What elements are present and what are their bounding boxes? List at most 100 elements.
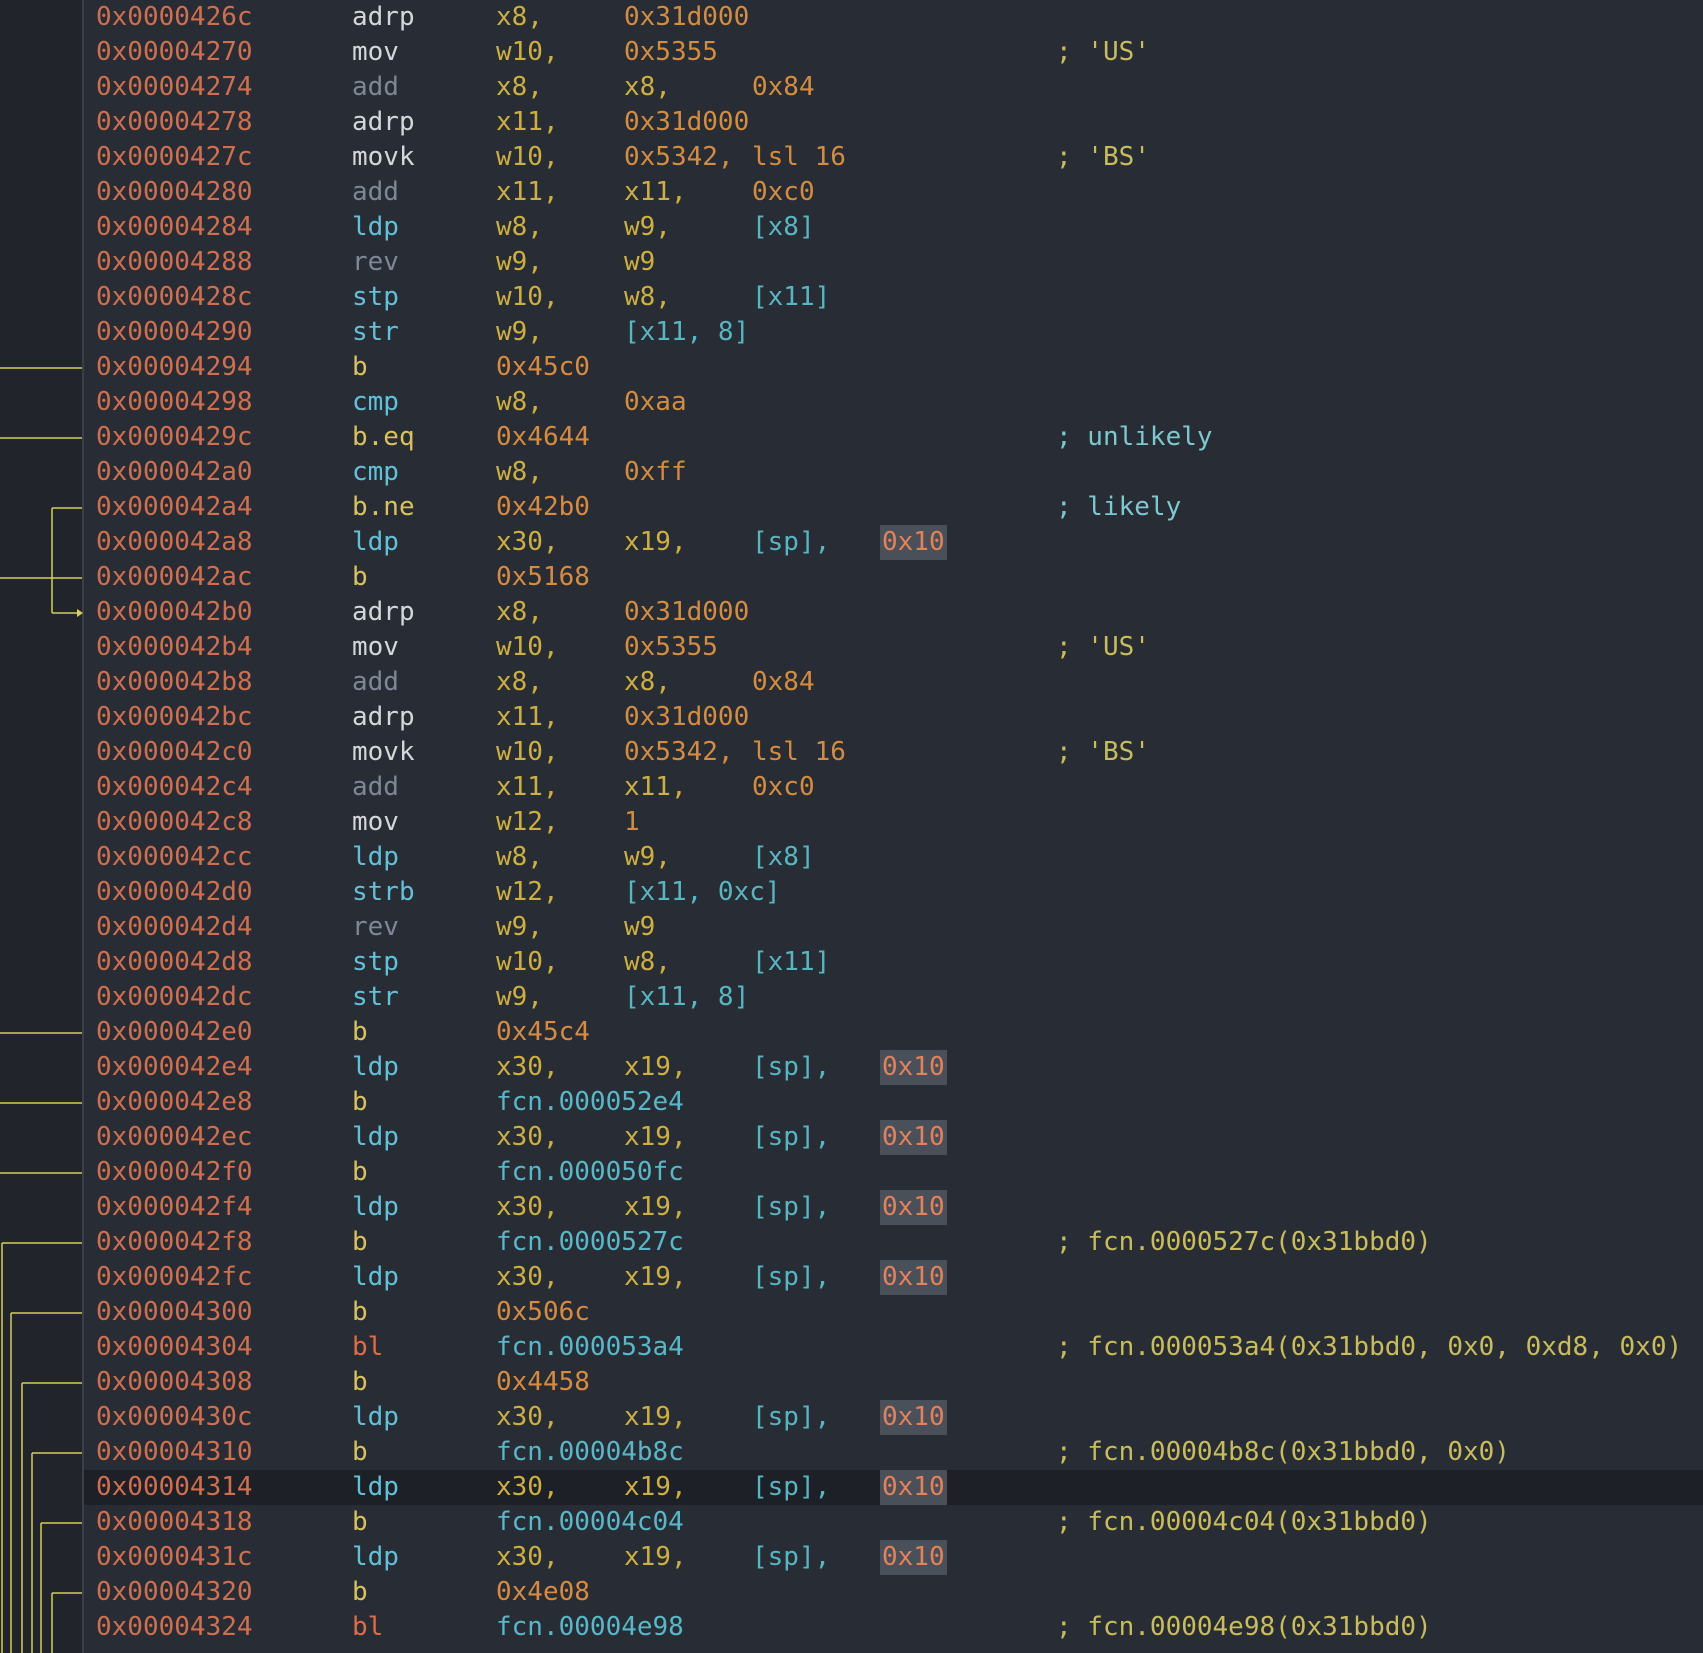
instruction-address[interactable]: 0x000042d0 [96, 875, 253, 910]
disasm-row[interactable]: 0x00004270 mov w10, 0x5355 ; 'US' [84, 35, 1703, 70]
mnemonic[interactable]: mov [352, 35, 399, 70]
operand[interactable]: x30, [496, 1470, 559, 1505]
operand[interactable]: x30, [496, 1400, 559, 1435]
mnemonic[interactable]: ldp [352, 1190, 399, 1225]
mnemonic[interactable]: b [352, 1015, 368, 1050]
mnemonic[interactable]: b.eq [352, 420, 415, 455]
instruction-address[interactable]: 0x000042a4 [96, 490, 253, 525]
operand[interactable]: x8, [496, 0, 543, 35]
operand[interactable]: lsl 16 [752, 735, 846, 770]
operand[interactable]: 0xc0 [752, 770, 815, 805]
mnemonic[interactable]: ldp [352, 1260, 399, 1295]
disasm-row[interactable]: 0x000042fc ldp x30, x19, [sp], 0x10 [84, 1260, 1703, 1295]
mnemonic[interactable]: movk [352, 735, 415, 770]
instruction-address[interactable]: 0x000042f4 [96, 1190, 253, 1225]
operand[interactable]: [sp], [752, 525, 830, 560]
operand[interactable]: x11, [624, 770, 687, 805]
operand[interactable]: 0x45c4 [496, 1015, 590, 1050]
disasm-row[interactable]: 0x000042f0 b fcn.000050fc [84, 1155, 1703, 1190]
mnemonic[interactable]: ldp [352, 1470, 399, 1505]
disasm-row[interactable]: 0x000042a4 b.ne 0x42b0 ; likely [84, 490, 1703, 525]
disasm-row[interactable]: 0x000042ac b 0x5168 [84, 560, 1703, 595]
operand[interactable]: [sp], [752, 1400, 830, 1435]
operand[interactable]: x11, [496, 770, 559, 805]
instruction-address[interactable]: 0x00004294 [96, 350, 253, 385]
operand[interactable]: [sp], [752, 1120, 830, 1155]
instruction-address[interactable]: 0x00004270 [96, 35, 253, 70]
operand[interactable]: w9, [496, 245, 543, 280]
operand[interactable]: w10, [496, 280, 559, 315]
mnemonic[interactable]: add [352, 665, 399, 700]
mnemonic[interactable]: ldp [352, 1540, 399, 1575]
disasm-row[interactable]: 0x00004308 b 0x4458 [84, 1365, 1703, 1400]
mnemonic[interactable]: ldp [352, 1400, 399, 1435]
operand[interactable]: [x11, 8] [624, 315, 749, 350]
operand[interactable]: x19, [624, 1470, 687, 1505]
operand[interactable]: 0x31d000 [624, 700, 749, 735]
mnemonic[interactable]: b [352, 1295, 368, 1330]
instruction-address[interactable]: 0x00004310 [96, 1435, 253, 1470]
operand[interactable]: w9, [624, 210, 671, 245]
instruction-address[interactable]: 0x000042e8 [96, 1085, 253, 1120]
operand[interactable]: w10, [496, 735, 559, 770]
mnemonic[interactable]: mov [352, 630, 399, 665]
operand[interactable]: w9, [496, 910, 543, 945]
operand[interactable]: [x11, 0xc] [624, 875, 781, 910]
disasm-row[interactable]: 0x00004310 b fcn.00004b8c ; fcn.00004b8c(0x… [84, 1435, 1703, 1470]
operand[interactable]: x8, [496, 665, 543, 700]
mnemonic[interactable]: ldp [352, 525, 399, 560]
disasm-row[interactable]: 0x000042c4 add x11, x11, 0xc0 [84, 770, 1703, 805]
mnemonic[interactable]: b [352, 1575, 368, 1610]
operand[interactable]: w10, [496, 35, 559, 70]
operand[interactable]: w10, [496, 630, 559, 665]
disasm-row[interactable]: 0x000042f4 ldp x30, x19, [sp], 0x10 [84, 1190, 1703, 1225]
mnemonic[interactable]: cmp [352, 455, 399, 490]
disasm-row[interactable]: 0x000042b4 mov w10, 0x5355 ; 'US' [84, 630, 1703, 665]
operand[interactable]: 0x4458 [496, 1365, 590, 1400]
operand[interactable]: x19, [624, 1540, 687, 1575]
operand[interactable]: 0x10 [880, 525, 947, 560]
instruction-address[interactable]: 0x0000429c [96, 420, 253, 455]
operand[interactable]: fcn.00004b8c [496, 1435, 684, 1470]
instruction-address[interactable]: 0x00004274 [96, 70, 253, 105]
mnemonic[interactable]: bl [352, 1610, 383, 1645]
instruction-address[interactable]: 0x00004290 [96, 315, 253, 350]
operand[interactable]: 1 [624, 805, 640, 840]
operand[interactable]: w8, [496, 455, 543, 490]
instruction-address[interactable]: 0x00004304 [96, 1330, 253, 1365]
mnemonic[interactable]: cmp [352, 385, 399, 420]
operand[interactable]: 0x84 [752, 665, 815, 700]
instruction-address[interactable]: 0x00004298 [96, 385, 253, 420]
operand[interactable]: 0x31d000 [624, 595, 749, 630]
operand[interactable]: x30, [496, 1540, 559, 1575]
instruction-address[interactable]: 0x000042c4 [96, 770, 253, 805]
operand[interactable]: 0x5355 [624, 630, 718, 665]
operand[interactable]: w8, [624, 945, 671, 980]
operand[interactable]: x19, [624, 1260, 687, 1295]
mnemonic[interactable]: str [352, 980, 399, 1015]
operand[interactable]: 0x84 [752, 70, 815, 105]
disasm-row[interactable]: 0x00004280 add x11, x11, 0xc0 [84, 175, 1703, 210]
operand[interactable]: x11, [624, 175, 687, 210]
disasm-row[interactable]: 0x00004300 b 0x506c [84, 1295, 1703, 1330]
operand[interactable]: x19, [624, 1050, 687, 1085]
mnemonic[interactable]: stp [352, 945, 399, 980]
instruction-address[interactable]: 0x000042a8 [96, 525, 253, 560]
disasm-row[interactable]: 0x00004288 rev w9, w9 [84, 245, 1703, 280]
operand[interactable]: [x11] [752, 280, 830, 315]
operand[interactable]: x30, [496, 1120, 559, 1155]
mnemonic[interactable]: mov [352, 805, 399, 840]
operand[interactable]: 0x10 [880, 1190, 947, 1225]
disasm-row[interactable]: 0x0000431c ldp x30, x19, [sp], 0x10 [84, 1540, 1703, 1575]
instruction-address[interactable]: 0x000042c8 [96, 805, 253, 840]
disasm-row[interactable]: 0x0000427c movk w10, 0x5342, lsl 16 ; 'BS' [84, 140, 1703, 175]
operand[interactable]: w10, [496, 945, 559, 980]
operand[interactable]: w12, [496, 875, 559, 910]
operand[interactable]: x8, [496, 595, 543, 630]
disasm-row[interactable]: 0x00004298 cmp w8, 0xaa [84, 385, 1703, 420]
operand[interactable]: w8, [496, 840, 543, 875]
mnemonic[interactable]: adrp [352, 105, 415, 140]
operand[interactable]: w9, [624, 840, 671, 875]
operand[interactable]: x19, [624, 1190, 687, 1225]
disasm-row[interactable]: 0x00004324 bl fcn.00004e98 ; fcn.00004e98(0… [84, 1610, 1703, 1645]
